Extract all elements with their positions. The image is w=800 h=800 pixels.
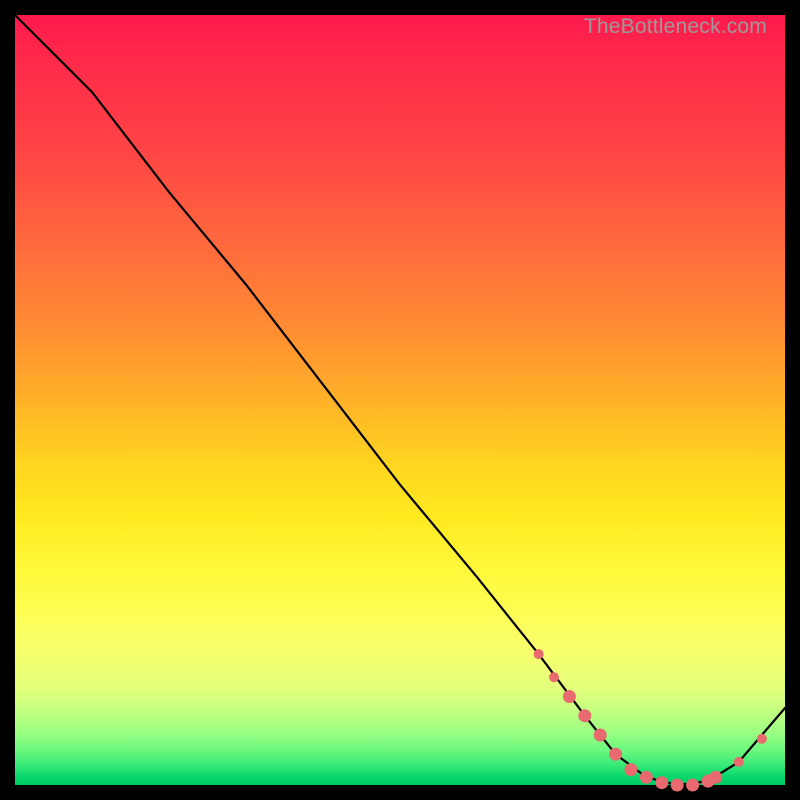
curve-marker bbox=[734, 757, 744, 767]
curve-marker bbox=[709, 771, 722, 784]
curve-marker bbox=[625, 763, 638, 776]
curve-marker bbox=[534, 649, 544, 659]
curve-marker bbox=[594, 729, 607, 742]
curve-marker bbox=[563, 690, 576, 703]
curve-marker bbox=[549, 672, 559, 682]
curve-marker bbox=[655, 776, 668, 789]
curve-marker bbox=[640, 771, 653, 784]
curve-markers bbox=[534, 649, 767, 791]
curve-marker bbox=[757, 734, 767, 744]
curve-marker bbox=[578, 709, 591, 722]
chart-frame: TheBottleneck.com bbox=[0, 0, 800, 800]
bottleneck-curve bbox=[15, 15, 785, 785]
chart-overlay-svg bbox=[15, 15, 785, 785]
curve-marker bbox=[686, 779, 699, 792]
curve-marker bbox=[671, 779, 684, 792]
curve-marker bbox=[609, 748, 622, 761]
plot-area: TheBottleneck.com bbox=[15, 15, 785, 785]
